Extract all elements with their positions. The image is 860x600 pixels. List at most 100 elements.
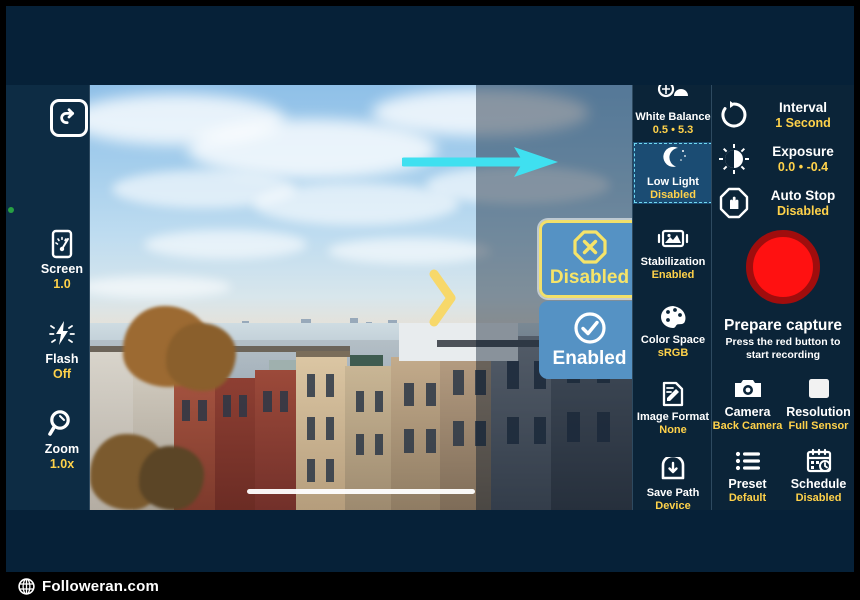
watermark-text: Followeran.com xyxy=(42,578,159,595)
preset-list-icon xyxy=(712,447,783,475)
window xyxy=(223,395,231,416)
record-button[interactable] xyxy=(746,230,820,304)
globe-icon xyxy=(18,578,35,595)
settings-column: White Balance 0.5 • 5.3 Low Light Disabl… xyxy=(632,85,712,510)
setting-label: Resolution xyxy=(783,405,854,420)
setting-schedule[interactable]: Schedule Disabled xyxy=(783,447,854,505)
rail-item-label: Screen xyxy=(32,262,92,277)
capture-options-grid: Camera Back Camera Resolution Full Senso… xyxy=(712,375,854,505)
window xyxy=(307,459,316,482)
setting-auto-stop[interactable]: Auto Stop Disabled xyxy=(712,187,854,219)
window xyxy=(326,374,335,397)
low-light-option-popup: Disabled Enabled xyxy=(539,220,632,379)
setting-value: Full Sensor xyxy=(783,420,854,433)
rowhouse xyxy=(296,353,347,510)
popup-option-label: Disabled xyxy=(550,267,629,289)
window xyxy=(198,400,206,421)
setting-white-balance[interactable]: White Balance 0.5 • 5.3 xyxy=(633,85,712,139)
setting-value: Enabled xyxy=(635,269,711,282)
window xyxy=(375,391,384,412)
setting-value: Device xyxy=(635,500,711,510)
window xyxy=(182,400,190,421)
setting-value: 1 Second xyxy=(756,116,850,131)
home-indicator[interactable] xyxy=(247,489,475,494)
rail-item-label: Flash xyxy=(32,352,92,367)
window xyxy=(404,383,414,406)
setting-label: White Balance xyxy=(635,111,711,124)
setting-preset[interactable]: Preset Default xyxy=(712,447,783,505)
setting-value: 0.5 • 5.3 xyxy=(635,124,711,137)
setting-label: Exposure xyxy=(756,144,850,160)
back-arrow-icon xyxy=(58,107,80,129)
rail-item-label: Zoom xyxy=(32,442,92,457)
stabilization-icon xyxy=(635,224,711,254)
check-circle-icon xyxy=(573,310,607,346)
setting-value: sRGB xyxy=(635,347,711,360)
window xyxy=(326,417,335,440)
setting-value: Disabled xyxy=(756,204,850,219)
left-control-rail: Screen 1.0 Flash Off xyxy=(6,85,90,510)
setting-label: Camera xyxy=(712,405,783,420)
window xyxy=(453,370,464,396)
setting-low-light[interactable]: Low Light Disabled xyxy=(633,142,712,204)
setting-interval[interactable]: Interval 1 Second xyxy=(712,99,854,131)
color-palette-icon xyxy=(635,302,711,332)
window xyxy=(263,391,271,412)
setting-label: Interval xyxy=(756,100,850,116)
magnifier-zoom-icon xyxy=(32,405,92,439)
popup-option-enabled[interactable]: Enabled xyxy=(539,301,632,379)
setting-label: Image Format xyxy=(635,411,711,424)
camera-preview[interactable]: Disabled Enabled xyxy=(90,85,632,510)
prepare-capture-title: Prepare capture xyxy=(712,317,854,335)
window xyxy=(326,459,335,482)
popup-option-disabled[interactable]: Disabled xyxy=(539,220,632,298)
setting-camera[interactable]: Camera Back Camera xyxy=(712,375,783,433)
rail-item-screen[interactable]: Screen 1.0 xyxy=(32,225,92,292)
schedule-calendar-icon xyxy=(783,447,854,475)
setting-value: Disabled xyxy=(783,492,854,505)
rowhouse xyxy=(391,357,445,510)
setting-value: 0.0 • -0.4 xyxy=(756,160,850,175)
x-octagon-icon xyxy=(573,229,607,265)
window xyxy=(307,417,316,440)
setting-label: Save Path xyxy=(635,487,711,500)
rail-item-value: Off xyxy=(32,367,92,382)
exposure-icon xyxy=(712,143,756,175)
setting-save-path[interactable]: Save Path Device xyxy=(633,453,712,510)
window xyxy=(404,429,414,452)
rail-item-flash[interactable]: Flash Off xyxy=(32,315,92,382)
window xyxy=(356,434,365,455)
cloud xyxy=(328,238,491,264)
save-path-icon xyxy=(635,455,711,485)
auto-stop-hand-icon xyxy=(712,187,756,219)
window xyxy=(356,391,365,412)
setting-resolution[interactable]: Resolution Full Sensor xyxy=(783,375,854,433)
setting-exposure[interactable]: Exposure 0.0 • -0.4 xyxy=(712,143,854,175)
image-format-icon xyxy=(635,379,711,409)
resolution-icon xyxy=(783,375,854,403)
setting-label: Auto Stop xyxy=(756,188,850,204)
recording-status-dot xyxy=(8,207,14,213)
autumn-tree xyxy=(166,323,236,391)
window xyxy=(426,383,436,406)
window xyxy=(426,429,436,452)
setting-value: Disabled xyxy=(635,189,711,202)
setting-color-space[interactable]: Color Space sRGB xyxy=(633,300,712,362)
setting-image-format[interactable]: Image Format None xyxy=(633,377,712,439)
rail-item-value: 1.0 xyxy=(32,277,92,292)
back-button[interactable] xyxy=(50,99,88,137)
camera-icon xyxy=(712,375,783,403)
right-capture-panel: Interval 1 Second xyxy=(712,85,854,510)
cornice xyxy=(296,351,350,358)
rail-item-zoom[interactable]: Zoom 1.0x xyxy=(32,405,92,472)
popup-option-label: Enabled xyxy=(553,348,627,370)
setting-stabilization[interactable]: Stabilization Enabled xyxy=(633,222,712,284)
prepare-capture-subtitle: Press the red button to start recording xyxy=(716,336,850,362)
window xyxy=(280,391,288,412)
autumn-tree xyxy=(139,446,204,510)
cloud xyxy=(144,230,307,260)
setting-label: Schedule xyxy=(783,477,854,492)
setting-value: Back Camera xyxy=(712,420,783,433)
rail-item-value: 1.0x xyxy=(32,457,92,472)
window xyxy=(375,434,384,455)
